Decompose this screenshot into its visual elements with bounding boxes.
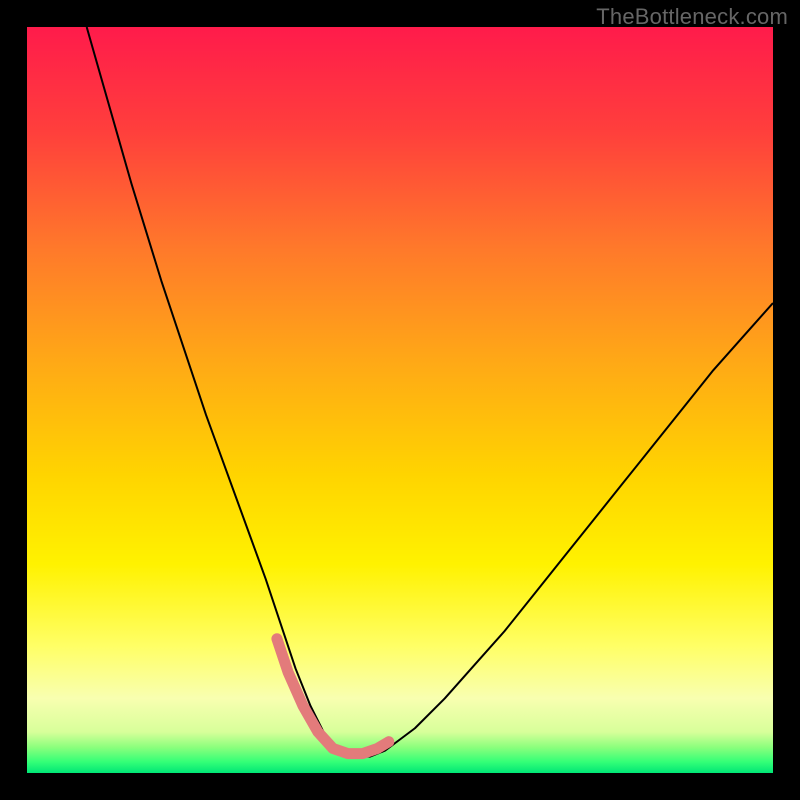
plot-svg	[27, 27, 773, 773]
plot-area	[27, 27, 773, 773]
chart-frame: TheBottleneck.com	[0, 0, 800, 800]
watermark-text: TheBottleneck.com	[596, 4, 788, 30]
gradient-background	[27, 27, 773, 773]
